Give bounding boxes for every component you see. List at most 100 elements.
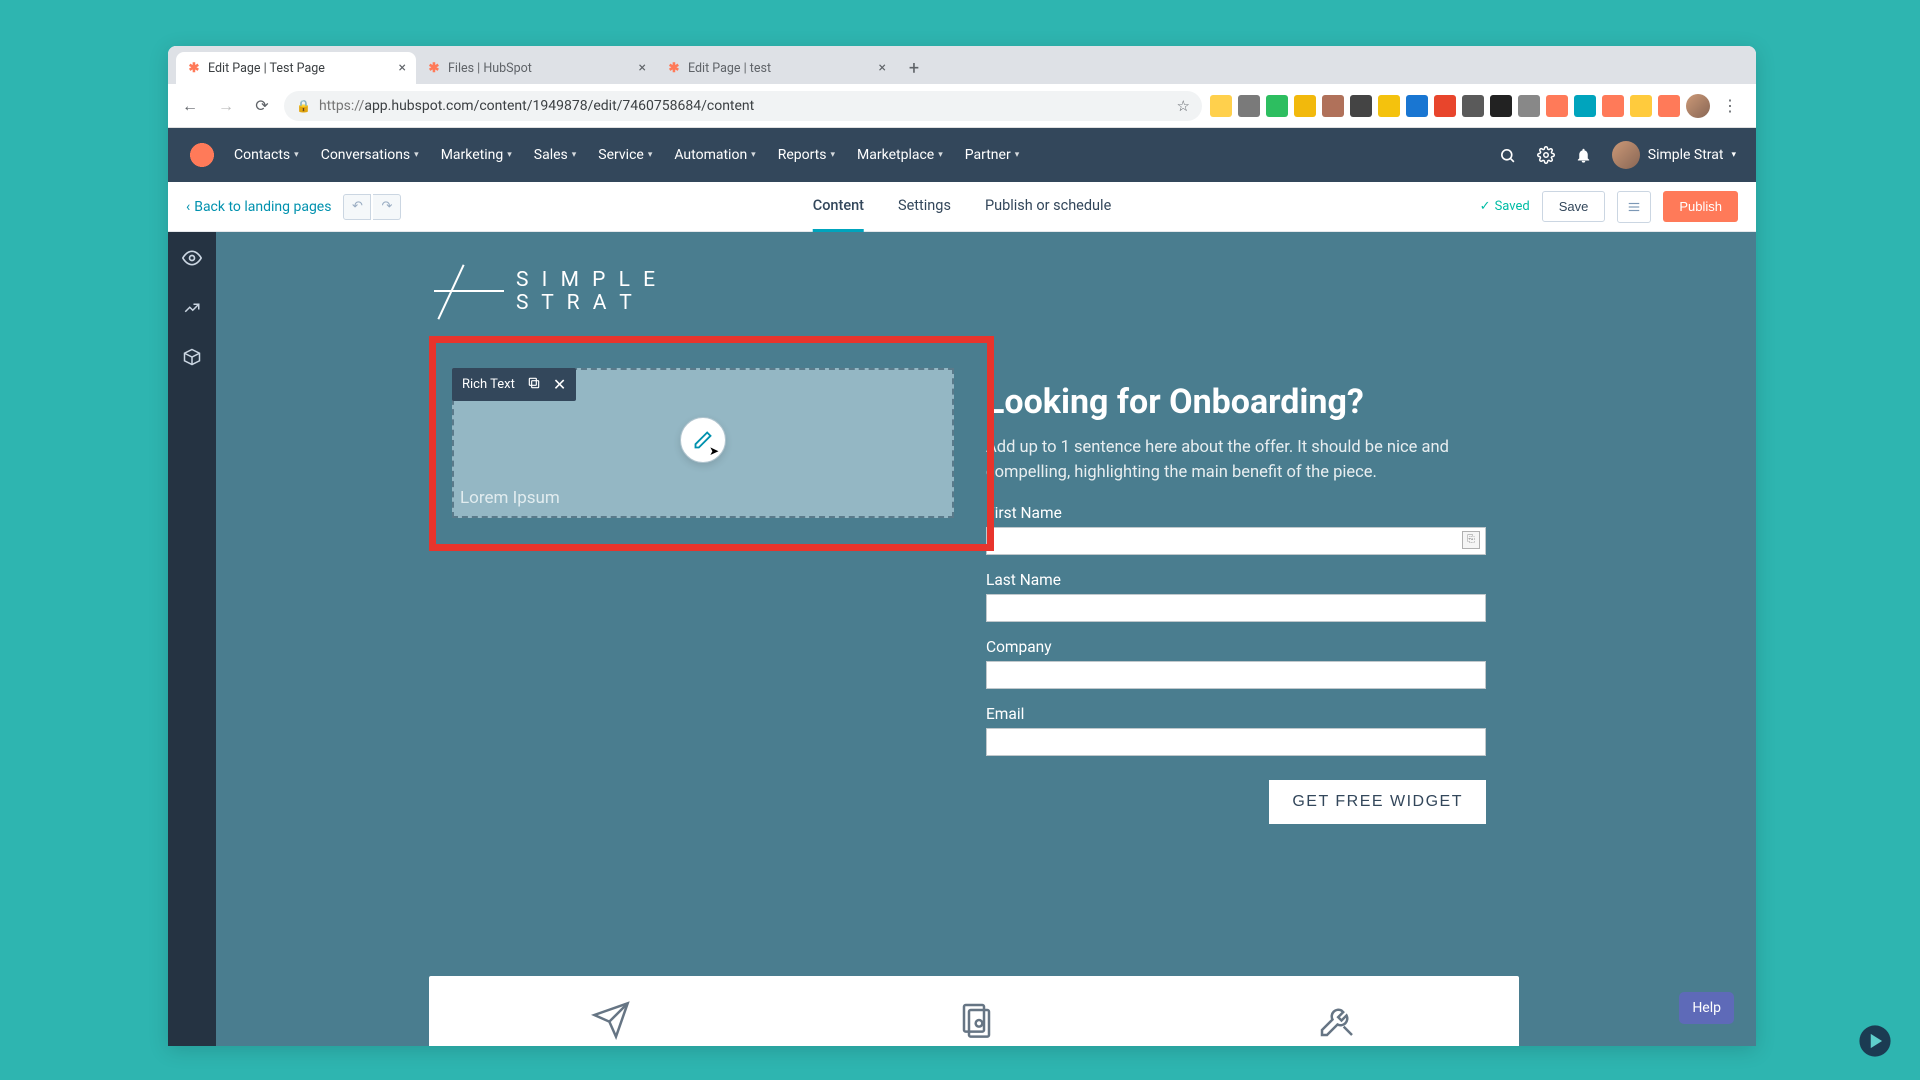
forward-button[interactable]: → [212,92,240,120]
cursor-arrow-icon: ➤ [709,444,719,458]
editor-subbar: ‹ Back to landing pages ↶ ↷ Content Sett… [168,182,1756,232]
autofill-icon[interactable]: ⎘ [1462,531,1480,549]
nav-partner[interactable]: Partner▾ [965,147,1019,163]
chevron-down-icon: ▾ [938,150,943,160]
avatar [1612,141,1640,169]
nav-service[interactable]: Service▾ [598,147,652,163]
nav-marketing[interactable]: Marketing▾ [441,147,512,163]
nav-sales[interactable]: Sales▾ [534,147,577,163]
extension-icon[interactable] [1658,95,1680,117]
submit-button[interactable]: GET FREE WIDGET [1269,780,1486,824]
view-options-button[interactable] [1617,191,1651,223]
tab-content[interactable]: Content [813,182,864,232]
bookmark-star-icon[interactable]: ☆ [1177,97,1190,115]
tab-title: Files | HubSpot [448,61,532,76]
new-tab-button[interactable]: + [900,54,928,82]
publish-button[interactable]: Publish [1663,191,1738,222]
page-subheading: Add up to 1 sentence here about the offe… [986,436,1486,486]
label-first-name: First Name [986,504,1486,522]
paper-plane-icon [591,1000,631,1040]
hubspot-favicon: ✱ [666,60,682,76]
save-button[interactable]: Save [1542,191,1606,222]
back-button[interactable]: ← [176,92,204,120]
url-text: https://app.hubspot.com/content/1949878/… [319,98,754,114]
gear-icon[interactable] [1536,145,1556,165]
close-icon[interactable]: ✕ [553,375,566,394]
profile-avatar[interactable] [1686,94,1710,118]
chevron-down-icon: ▾ [414,150,419,160]
chart-icon[interactable] [183,299,201,322]
nav-reports[interactable]: Reports▾ [778,147,835,163]
extension-icon[interactable] [1322,95,1344,117]
extension-icon[interactable] [1490,95,1512,117]
extension-icon[interactable] [1518,95,1540,117]
chevron-down-icon: ▾ [572,150,577,160]
tools-icon [1317,1000,1357,1040]
redo-button[interactable]: ↷ [373,194,401,220]
chevron-down-icon: ▾ [831,150,836,160]
account-switcher[interactable]: Simple Strat ▾ [1612,141,1736,169]
label-company: Company [986,638,1486,656]
address-bar[interactable]: 🔒 https://app.hubspot.com/content/194987… [284,91,1202,121]
app-top-nav: Contacts▾ Conversations▾ Marketing▾ Sale… [168,128,1756,182]
feature-band [429,976,1519,1046]
nav-conversations[interactable]: Conversations▾ [321,147,419,163]
left-rail [168,232,216,1046]
tab-settings[interactable]: Settings [898,182,951,232]
hubspot-logo[interactable] [188,141,216,169]
search-icon[interactable] [1498,145,1518,165]
extension-icon[interactable] [1294,95,1316,117]
reload-button[interactable]: ⟳ [248,92,276,120]
kebab-menu-icon[interactable]: ⋮ [1716,96,1744,115]
tab-title: Edit Page | test [688,61,771,76]
extension-icon[interactable] [1238,95,1260,117]
extension-icon[interactable] [1434,95,1456,117]
help-button[interactable]: Help [1679,992,1734,1024]
close-icon[interactable]: × [399,60,406,76]
extension-icon[interactable] [1574,95,1596,117]
hubspot-favicon: ✱ [186,60,202,76]
extensions-row: ⋮ [1210,94,1748,118]
nav-marketplace[interactable]: Marketplace▾ [857,147,943,163]
rich-text-module[interactable]: Rich Text ✕ ➤ Lorem Ipsum [452,368,954,518]
extension-icon[interactable] [1378,95,1400,117]
back-link[interactable]: ‹ Back to landing pages [186,199,331,215]
input-last-name[interactable] [986,594,1486,622]
nav-automation[interactable]: Automation▾ [674,147,755,163]
lock-icon: 🔒 [296,99,311,113]
bell-icon[interactable] [1574,145,1594,165]
close-icon[interactable]: × [879,60,886,76]
extension-icon[interactable] [1406,95,1428,117]
editor-body: S I M P L E S T R A T Rich Text ✕ ➤ Lore [168,232,1756,1046]
saved-status: Saved [1480,199,1530,214]
chevron-down-icon: ▾ [751,150,756,160]
nav-contacts[interactable]: Contacts▾ [234,147,299,163]
undo-button[interactable]: ↶ [343,194,371,220]
tab-publish-schedule[interactable]: Publish or schedule [985,182,1111,232]
page-canvas[interactable]: S I M P L E S T R A T Rich Text ✕ ➤ Lore [216,232,1756,1046]
documents-icon [954,1000,994,1040]
eye-icon[interactable] [182,248,202,273]
browser-tab[interactable]: ✱ Edit Page | test × [656,52,896,84]
extension-icon[interactable] [1266,95,1288,117]
extension-icon[interactable] [1350,95,1372,117]
browser-tab[interactable]: ✱ Files | HubSpot × [416,52,656,84]
chevron-down-icon: ▾ [1731,150,1736,160]
input-first-name[interactable] [986,527,1486,555]
address-bar-row: ← → ⟳ 🔒 https://app.hubspot.com/content/… [168,84,1756,128]
tab-strip: ✱ Edit Page | Test Page × ✱ Files | HubS… [168,46,1756,84]
clone-icon[interactable] [527,376,541,394]
edit-pencil-button[interactable] [680,417,726,463]
input-company[interactable] [986,661,1486,689]
close-icon[interactable]: × [639,60,646,76]
browser-window: ✱ Edit Page | Test Page × ✱ Files | HubS… [168,46,1756,1046]
input-email[interactable] [986,728,1486,756]
cube-icon[interactable] [183,348,201,371]
form-column: Looking for Onboarding? Add up to 1 sent… [986,382,1486,824]
extension-icon[interactable] [1462,95,1484,117]
browser-tab-active[interactable]: ✱ Edit Page | Test Page × [176,52,416,84]
extension-icon[interactable] [1630,95,1652,117]
extension-icon[interactable] [1602,95,1624,117]
extension-icon[interactable] [1546,95,1568,117]
extension-icon[interactable] [1210,95,1232,117]
